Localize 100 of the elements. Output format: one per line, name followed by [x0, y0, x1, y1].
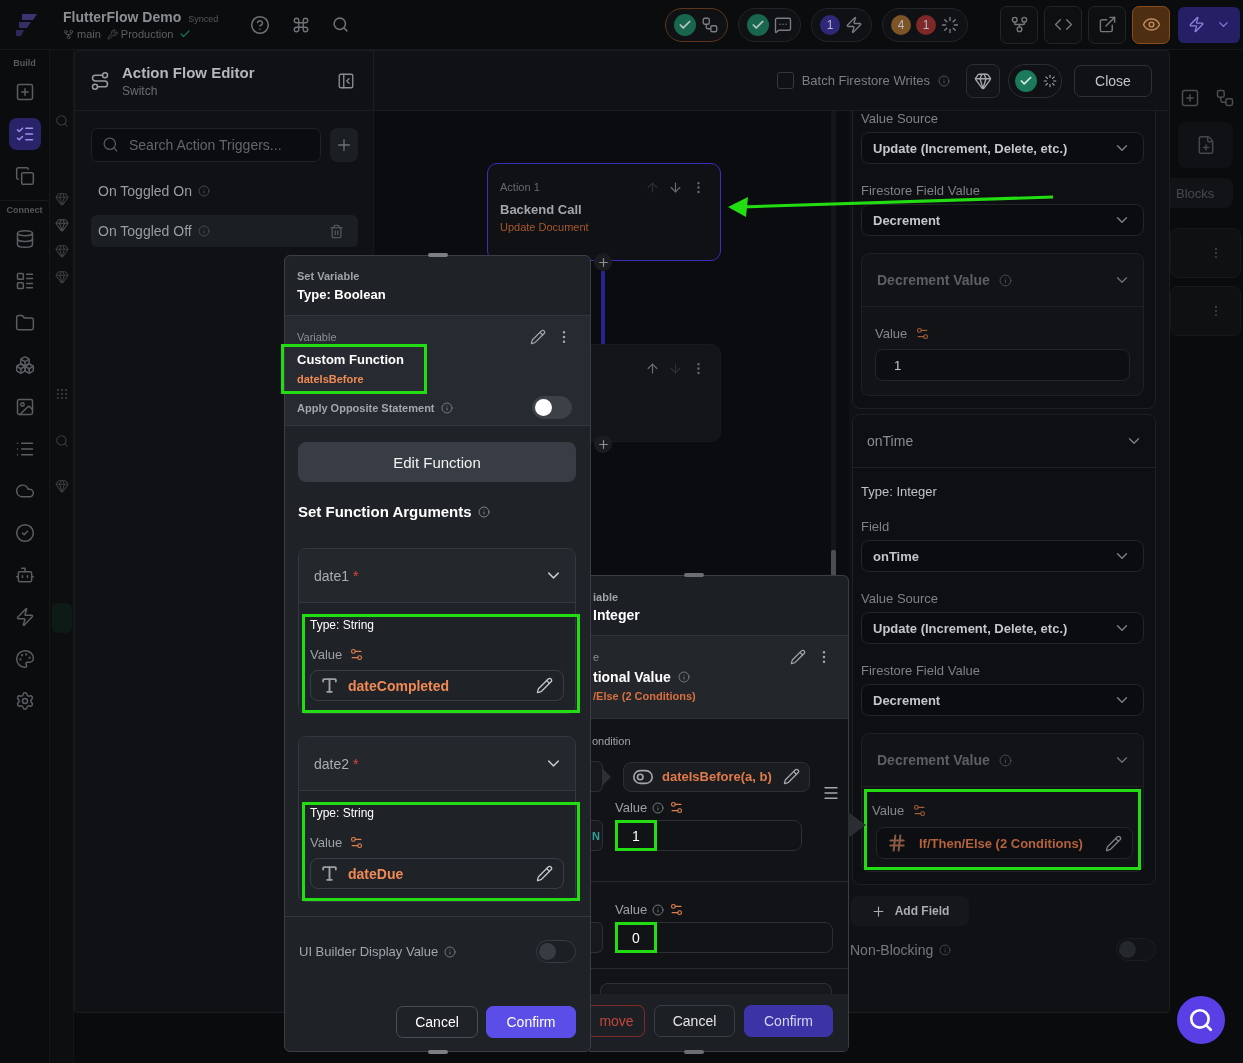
panel-caption: iable — [593, 590, 620, 604]
confirm-button[interactable]: Confirm — [486, 1006, 576, 1038]
toggle-switch[interactable] — [532, 396, 572, 419]
search-field[interactable]: Search Action Triggers... — [91, 128, 321, 162]
help-search-button[interactable] — [1177, 996, 1225, 1044]
branch-icon — [63, 28, 74, 40]
cancel-button[interactable]: Cancel — [396, 1006, 478, 1038]
value-field[interactable]: 0 — [615, 922, 833, 953]
argument-name: date2 — [314, 755, 350, 772]
variable-icon[interactable] — [669, 902, 685, 917]
value-field[interactable]: If/Then/Else (2 Conditions) — [876, 827, 1133, 859]
toolbar-button[interactable] — [1132, 5, 1170, 44]
variable-icon[interactable] — [349, 835, 365, 850]
value-field[interactable]: dateDue — [310, 858, 564, 889]
status-pill[interactable] — [665, 7, 728, 42]
info-icon — [677, 671, 690, 683]
edit-icon[interactable] — [536, 677, 553, 694]
node-title: Backend Call — [500, 202, 583, 217]
count-badge: 1 — [916, 14, 936, 35]
rail-button[interactable] — [8, 118, 41, 150]
variable-icon[interactable] — [669, 800, 685, 815]
robot-icon — [14, 565, 35, 585]
dropdown[interactable]: Decrement — [861, 204, 1144, 236]
close-button[interactable]: Close — [1074, 64, 1152, 97]
window-title: Action Flow Editor — [122, 63, 256, 81]
collapse-icon[interactable] — [337, 71, 355, 90]
toolbar-button[interactable] — [1000, 5, 1038, 44]
action-node[interactable]: Action 1 Backend Call Update Document — [487, 163, 721, 261]
type-label: Type: String — [310, 807, 376, 820]
run-button[interactable] — [1178, 6, 1240, 43]
value-field[interactable]: dateCompleted — [310, 670, 564, 701]
trigger-item[interactable]: On Toggled Off — [91, 215, 358, 247]
flow-icon[interactable] — [1215, 88, 1235, 108]
value-label: Value — [872, 803, 905, 818]
checkbox[interactable] — [776, 72, 794, 89]
wrench-icon — [106, 28, 118, 40]
dropdown[interactable]: Update (Increment, Delete, etc.) — [861, 612, 1144, 644]
menu-icon[interactable] — [822, 784, 840, 802]
info-icon — [998, 753, 1012, 767]
checkbox-label: Batch Firestore Writes — [801, 73, 930, 88]
add-action-button[interactable] — [594, 253, 612, 271]
components-icon — [14, 166, 35, 186]
drag-handle[interactable] — [427, 253, 448, 257]
status-pill[interactable]: 4 1 — [882, 7, 968, 42]
variable-icon[interactable] — [349, 647, 365, 662]
drag-handle[interactable] — [684, 1050, 704, 1054]
add-card[interactable] — [1178, 122, 1233, 168]
cancel-button[interactable]: Cancel — [654, 1005, 735, 1037]
required-mark: * — [353, 755, 359, 772]
check-icon — [674, 13, 696, 36]
dropdown[interactable]: Update (Increment, Delete, etc.) — [861, 132, 1144, 164]
triangle-icon — [603, 768, 611, 785]
gem-button[interactable] — [966, 63, 1000, 98]
layout-list-icon — [14, 271, 35, 291]
add-action-button[interactable] — [594, 435, 612, 453]
edit-icon[interactable] — [530, 329, 546, 345]
info-icon — [652, 801, 665, 814]
group-title: onTime — [867, 433, 914, 449]
settings-icon — [14, 691, 35, 711]
trigger-item[interactable]: On Toggled On — [91, 175, 358, 207]
edit-icon[interactable] — [783, 768, 800, 785]
source-detail: /Else (2 Conditions) — [593, 690, 697, 703]
variable-icon[interactable] — [915, 326, 931, 341]
dropdown[interactable]: Decrement — [861, 684, 1144, 716]
variable-icon[interactable] — [912, 803, 928, 818]
gem-icon — [54, 479, 69, 493]
value-label: Value — [310, 647, 343, 662]
source-title: tional Value — [593, 669, 671, 685]
value-field[interactable]: 1 — [875, 349, 1130, 381]
scrollbar-thumb[interactable] — [831, 550, 836, 576]
edit-function-button[interactable]: Edit Function — [298, 442, 576, 482]
command-icon[interactable] — [292, 15, 311, 34]
grip-icon — [54, 387, 69, 401]
sync-status: Synced — [188, 14, 219, 24]
status-pill[interactable] — [738, 7, 801, 42]
drag-handle[interactable] — [427, 1050, 448, 1054]
edit-icon[interactable] — [1105, 834, 1122, 852]
panel-title: Integer — [593, 607, 641, 624]
add-page-icon[interactable] — [1180, 88, 1200, 108]
search-icon[interactable] — [332, 16, 350, 33]
arrow-down-icon[interactable] — [668, 179, 683, 195]
info-icon — [938, 74, 950, 87]
add-button[interactable] — [330, 128, 358, 162]
trash-icon[interactable] — [329, 223, 344, 239]
search-icon — [102, 136, 119, 153]
condition-field[interactable]: dateIsBefore(a, b) — [623, 761, 810, 792]
dropdown[interactable]: onTime — [861, 540, 1144, 572]
status-pill[interactable]: 1 — [811, 7, 872, 42]
confirm-button[interactable]: Confirm — [744, 1005, 833, 1037]
toolbar-button[interactable] — [1088, 5, 1126, 44]
section-label: ondition — [591, 735, 632, 748]
value-field[interactable]: 1 — [615, 820, 802, 851]
input-field[interactable] — [600, 983, 832, 994]
help-icon[interactable] — [250, 14, 271, 35]
drag-handle[interactable] — [684, 573, 704, 577]
add-field-button[interactable]: Add Field — [851, 896, 969, 926]
edit-icon[interactable] — [536, 865, 553, 882]
search-icon — [54, 114, 69, 128]
edit-icon[interactable] — [790, 649, 806, 665]
check-icon — [747, 13, 769, 36]
